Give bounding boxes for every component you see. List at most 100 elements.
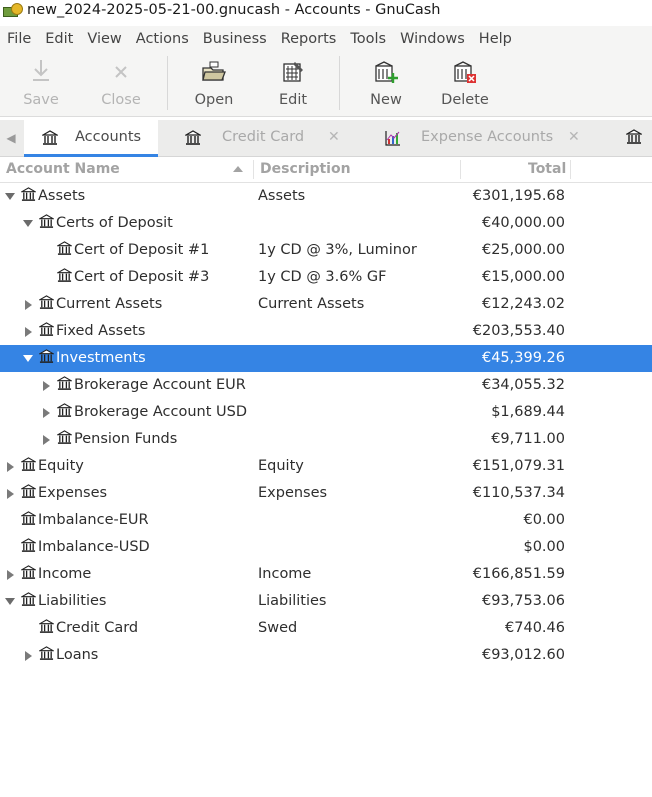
expand-arrow-icon[interactable] (7, 489, 14, 499)
close-label: Close (101, 92, 141, 108)
menu-file[interactable]: File (0, 31, 38, 47)
expand-arrow-icon[interactable] (43, 381, 50, 391)
menu-reports[interactable]: Reports (274, 31, 344, 47)
account-name: Pension Funds (74, 431, 178, 447)
account-description: Assets (258, 188, 306, 204)
account-row-cert-of-deposit-1[interactable]: Cert of Deposit #1 1y CD @ 3%, Luminor €… (0, 237, 652, 264)
account-row-brokerage-usd[interactable]: Brokerage Account USD $1,689.44 (0, 399, 652, 426)
account-row-brokerage-eur[interactable]: Brokerage Account EUR €34,055.32 (0, 372, 652, 399)
account-row-pension-funds[interactable]: Pension Funds €9,711.00 (0, 426, 652, 453)
expand-arrow-icon[interactable] (43, 435, 50, 445)
account-total: $1,689.44 (491, 404, 565, 420)
close-button[interactable]: Close (96, 52, 146, 116)
account-name: Assets (38, 188, 86, 204)
account-name: Brokerage Account USD (74, 404, 247, 420)
tab-credit-card-label: Credit Card (222, 129, 305, 145)
menu-tools[interactable]: Tools (343, 31, 393, 47)
bank-icon (57, 376, 72, 390)
column-divider[interactable] (460, 160, 461, 179)
menu-view[interactable]: View (80, 31, 128, 47)
account-row-current-assets[interactable]: Current Assets Current Assets €12,243.02 (0, 291, 652, 318)
bank-icon (21, 565, 36, 579)
account-description: Equity (258, 458, 304, 474)
bank-icon (39, 349, 54, 363)
column-header-total[interactable]: Total (528, 157, 566, 182)
collapse-arrow-icon[interactable] (23, 355, 33, 362)
edit-button[interactable]: Edit (268, 52, 318, 116)
account-total: €25,000.00 (481, 242, 565, 258)
column-header-account-name[interactable]: Account Name (6, 157, 120, 182)
expand-arrow-icon[interactable] (7, 570, 14, 580)
account-description: Current Assets (258, 296, 365, 312)
account-row-certs-of-deposit[interactable]: Certs of Deposit €40,000.00 (0, 210, 652, 237)
account-row-assets[interactable]: Assets Assets €301,195.68 (0, 183, 652, 210)
account-name: Cert of Deposit #3 (74, 269, 210, 285)
account-description: 1y CD @ 3.6% GF (258, 269, 387, 285)
account-row-loans[interactable]: Loans €93,012.60 (0, 642, 652, 669)
open-button[interactable]: Open (189, 52, 239, 116)
account-description: 1y CD @ 3%, Luminor (258, 242, 417, 258)
column-divider[interactable] (570, 160, 571, 179)
account-name: Fixed Assets (56, 323, 146, 339)
save-button[interactable]: Save (16, 52, 66, 116)
toolbar-separator (167, 56, 168, 110)
bank-icon (21, 457, 36, 471)
tab-accounts[interactable]: Accounts (24, 120, 158, 157)
menu-business[interactable]: Business (196, 31, 274, 47)
account-name: Brokerage Account EUR (74, 377, 246, 393)
expand-arrow-icon[interactable] (7, 462, 14, 472)
tab-expense-accounts[interactable]: Expense Accounts ✕ (364, 120, 594, 156)
account-row-fixed-assets[interactable]: Fixed Assets €203,553.40 (0, 318, 652, 345)
account-row-credit-card[interactable]: Credit Card Swed €740.46 (0, 615, 652, 642)
account-name: Equity (38, 458, 84, 474)
account-row-equity[interactable]: Equity Equity €151,079.31 (0, 453, 652, 480)
menu-actions[interactable]: Actions (129, 31, 196, 47)
tab-credit-card[interactable]: Credit Card ✕ (158, 120, 348, 156)
tab-accounts-label: Accounts (75, 129, 142, 145)
bank-icon (39, 322, 54, 336)
bank-icon[interactable] (624, 129, 644, 149)
expand-arrow-icon[interactable] (25, 327, 32, 337)
menu-edit[interactable]: Edit (38, 31, 80, 47)
account-total: $0.00 (523, 539, 565, 555)
tab-close-icon[interactable]: ✕ (328, 129, 340, 145)
expand-arrow-icon[interactable] (43, 408, 50, 418)
account-total: €15,000.00 (481, 269, 565, 285)
account-row-investments[interactable]: Investments €45,399.26 (0, 345, 652, 372)
menu-windows[interactable]: Windows (393, 31, 472, 47)
account-total: €203,553.40 (472, 323, 565, 339)
delete-label: Delete (441, 92, 489, 108)
bank-icon (21, 187, 36, 201)
bank-icon (39, 646, 54, 660)
collapse-arrow-icon[interactable] (5, 598, 15, 605)
account-description: Income (258, 566, 312, 582)
account-row-imbalance-usd[interactable]: Imbalance-USD $0.00 (0, 534, 652, 561)
bank-icon (39, 619, 54, 633)
new-account-button[interactable]: New (361, 52, 411, 116)
new-label: New (370, 92, 402, 108)
account-row-expenses[interactable]: Expenses Expenses €110,537.34 (0, 480, 652, 507)
gnucash-app-icon (1, 1, 23, 19)
tab-expense-accounts-label: Expense Accounts (421, 129, 554, 145)
account-row-liabilities[interactable]: Liabilities Liabilities €93,753.06 (0, 588, 652, 615)
column-header-description[interactable]: Description (260, 157, 351, 182)
account-name: Cert of Deposit #1 (74, 242, 210, 258)
column-header-row: Account Name Description Total (0, 157, 652, 183)
account-row-cert-of-deposit-3[interactable]: Cert of Deposit #3 1y CD @ 3.6% GF €15,0… (0, 264, 652, 291)
menu-help[interactable]: Help (472, 31, 519, 47)
collapse-arrow-icon[interactable] (5, 193, 15, 200)
account-row-income[interactable]: Income Income €166,851.59 (0, 561, 652, 588)
tab-close-icon[interactable]: ✕ (568, 129, 580, 145)
close-icon (109, 52, 133, 84)
account-row-imbalance-eur[interactable]: Imbalance-EUR €0.00 (0, 507, 652, 534)
account-total: €9,711.00 (491, 431, 565, 447)
account-name: Credit Card (56, 620, 139, 636)
collapse-arrow-icon[interactable] (23, 220, 33, 227)
delete-account-button[interactable]: Delete (440, 52, 490, 116)
expand-arrow-icon[interactable] (25, 300, 32, 310)
expand-arrow-icon[interactable] (25, 651, 32, 661)
account-name: Investments (56, 350, 146, 366)
account-total: €34,055.32 (481, 377, 565, 393)
tab-scroll-left-icon[interactable]: ◀ (0, 120, 22, 156)
column-divider[interactable] (253, 160, 254, 179)
